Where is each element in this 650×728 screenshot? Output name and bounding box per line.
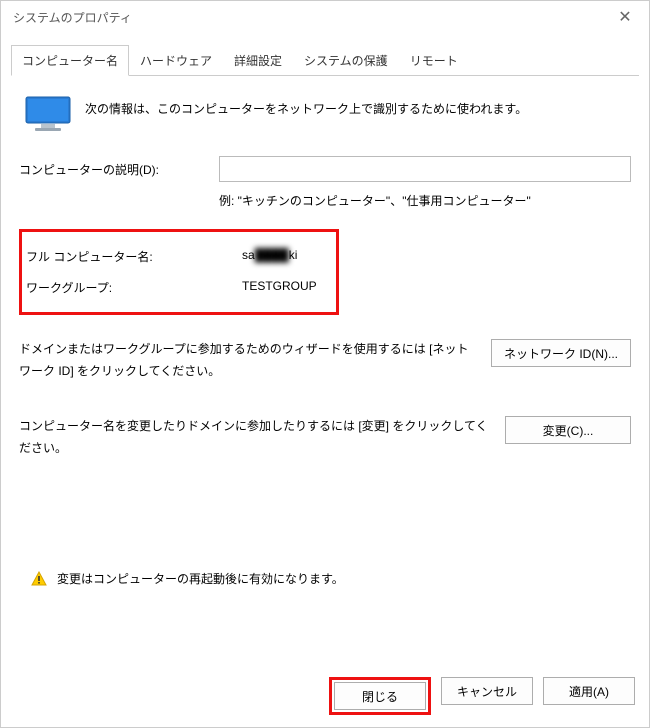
full-computer-name-label: フル コンピューター名: xyxy=(26,248,242,265)
name-prefix: sa xyxy=(242,248,255,262)
change-button[interactable]: 変更(C)... xyxy=(505,416,631,444)
network-id-row: ドメインまたはワークグループに参加するためのウィザードを使用するには [ネットワ… xyxy=(19,339,631,382)
button-label: キャンセル xyxy=(457,685,517,699)
change-text: コンピューター名を変更したりドメインに参加したりするには [変更] をクリックし… xyxy=(19,416,505,459)
button-label: 閉じる xyxy=(362,690,398,704)
panel-content: 次の情報は、このコンピューターをネットワーク上で識別するために使われます。 コン… xyxy=(1,76,649,665)
workgroup-label: ワークグループ: xyxy=(26,279,242,296)
network-id-button[interactable]: ネットワーク ID(N)... xyxy=(491,339,631,367)
apply-button[interactable]: 適用(A) xyxy=(543,677,635,705)
tab-advanced[interactable]: 詳細設定 xyxy=(223,45,293,76)
name-suffix: ki xyxy=(289,248,298,262)
tab-label: システムの保護 xyxy=(304,54,388,68)
workgroup-value: TESTGROUP xyxy=(242,279,317,296)
close-highlight: 閉じる xyxy=(329,677,431,715)
example-text: 例: "キッチンのコンピューター"、"仕事用コンピューター" xyxy=(219,192,631,209)
restart-note-row: 変更はコンピューターの再起動後に有効になります。 xyxy=(31,570,344,587)
monitor-icon xyxy=(25,96,71,132)
tab-label: ハードウェア xyxy=(140,54,212,68)
tab-system-protection[interactable]: システムの保護 xyxy=(293,45,399,76)
button-label: ネットワーク ID(N)... xyxy=(504,347,618,361)
system-properties-window: システムのプロパティ ✕ コンピューター名 ハードウェア 詳細設定 システムの保… xyxy=(0,0,650,728)
close-icon[interactable]: ✕ xyxy=(613,10,637,26)
close-button[interactable]: 閉じる xyxy=(334,682,426,710)
name-masked: ████ xyxy=(255,248,289,262)
button-label: 適用(A) xyxy=(569,685,609,699)
tab-hardware[interactable]: ハードウェア xyxy=(129,45,223,76)
tab-label: リモート xyxy=(410,54,458,68)
window-title: システムのプロパティ xyxy=(13,9,132,26)
tab-label: コンピューター名 xyxy=(22,54,118,68)
tab-computer-name[interactable]: コンピューター名 xyxy=(11,45,129,76)
tab-label: 詳細設定 xyxy=(234,54,282,68)
change-row: コンピューター名を変更したりドメインに参加したりするには [変更] をクリックし… xyxy=(19,416,631,459)
titlebar: システムのプロパティ ✕ xyxy=(1,1,649,34)
network-id-text: ドメインまたはワークグループに参加するためのウィザードを使用するには [ネットワ… xyxy=(19,339,491,382)
info-text: 次の情報は、このコンピューターをネットワーク上で識別するために使われます。 xyxy=(85,96,527,119)
info-row: 次の情報は、このコンピューターをネットワーク上で識別するために使われます。 xyxy=(19,96,631,132)
tab-remote[interactable]: リモート xyxy=(399,45,469,76)
workgroup-row: ワークグループ: TESTGROUP xyxy=(26,279,326,296)
description-row: コンピューターの説明(D): xyxy=(19,156,631,182)
bottom-bar: 閉じる キャンセル 適用(A) xyxy=(1,665,649,727)
full-computer-name-value: sa████ki xyxy=(242,248,297,265)
full-computer-name-row: フル コンピューター名: sa████ki xyxy=(26,248,326,265)
cancel-button[interactable]: キャンセル xyxy=(441,677,533,705)
warning-icon xyxy=(31,571,47,587)
description-label: コンピューターの説明(D): xyxy=(19,161,219,178)
button-label: 変更(C)... xyxy=(543,424,594,438)
highlight-box: フル コンピューター名: sa████ki ワークグループ: TESTGROUP xyxy=(19,229,339,315)
restart-note: 変更はコンピューターの再起動後に有効になります。 xyxy=(57,570,344,587)
description-input[interactable] xyxy=(219,156,631,182)
tabstrip: コンピューター名 ハードウェア 詳細設定 システムの保護 リモート xyxy=(11,44,639,76)
